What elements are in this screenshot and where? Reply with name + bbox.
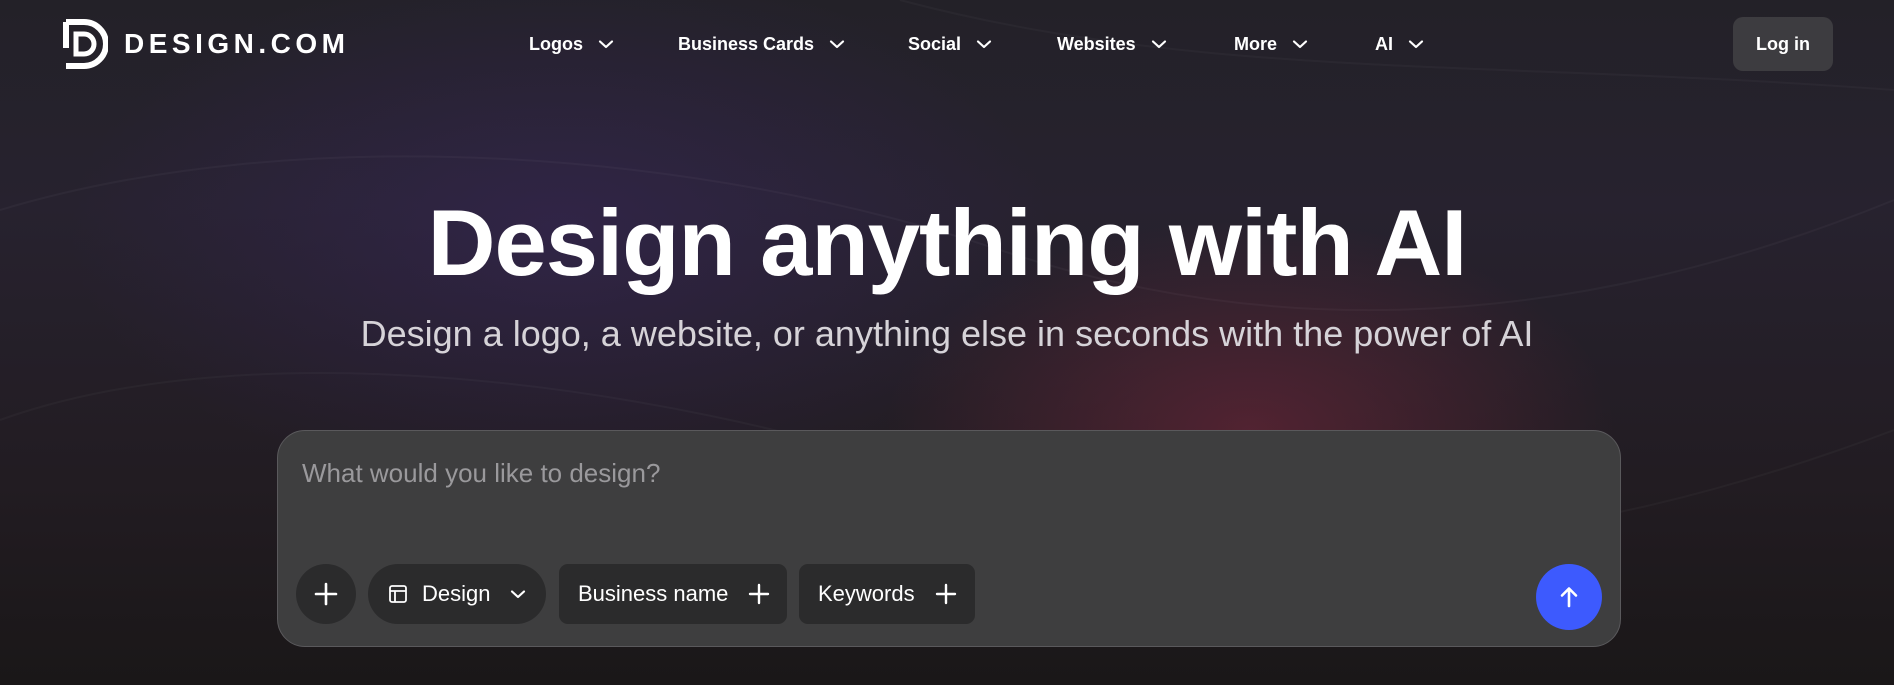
hero-title: Design anything with AI [427,190,1468,295]
plus-icon [749,583,770,605]
nav-item-label: AI [1375,33,1393,54]
keywords-label: Keywords [818,581,915,606]
chevron-down-icon [1408,40,1424,49]
keywords-chip[interactable]: Keywords [799,564,975,624]
hero-subtitle: Design a logo, a website, or anything el… [360,313,1534,354]
add-attachment-button[interactable] [296,564,356,624]
chevron-down-icon [598,40,614,49]
chevron-down-icon [829,40,845,49]
nav-item-logos[interactable]: Logos [529,24,615,64]
login-button[interactable]: Log in [1733,17,1833,71]
nav-item-label: More [1234,33,1278,54]
nav-item-label: Websites [1057,33,1136,54]
plus-icon [314,582,338,606]
top-navbar: DESIGN.COM Logos Business Cards Social W… [0,0,1894,88]
chevron-down-icon [1151,40,1166,49]
nav-item-business-cards[interactable]: Business Cards [678,24,846,64]
prompt-input[interactable] [302,451,1502,495]
design-select-label: Design [422,581,491,606]
nav-item-label: Social [908,33,962,54]
business-name-label: Business name [578,581,729,606]
chevron-down-icon [1292,40,1308,49]
layout-icon [389,585,407,603]
chevron-down-icon [976,40,992,49]
design-prompt-box: Design Business name Keywords [277,430,1621,647]
arrow-up-icon [1560,587,1578,608]
nav-item-websites[interactable]: Websites [1057,24,1168,64]
design-type-select[interactable]: Design [368,564,546,624]
nav-item-label: Logos [529,33,583,54]
chevron-down-icon [511,590,526,599]
main-menu: Logos Business Cards Social Websites Mor… [0,24,1894,64]
nav-item-label: Business Cards [678,33,815,54]
business-name-chip[interactable]: Business name [559,564,787,624]
nav-item-ai[interactable]: AI [1375,24,1425,64]
plus-icon [935,583,956,605]
submit-prompt-button[interactable] [1536,564,1602,630]
nav-item-social[interactable]: Social [908,24,993,64]
nav-item-more[interactable]: More [1234,24,1309,64]
